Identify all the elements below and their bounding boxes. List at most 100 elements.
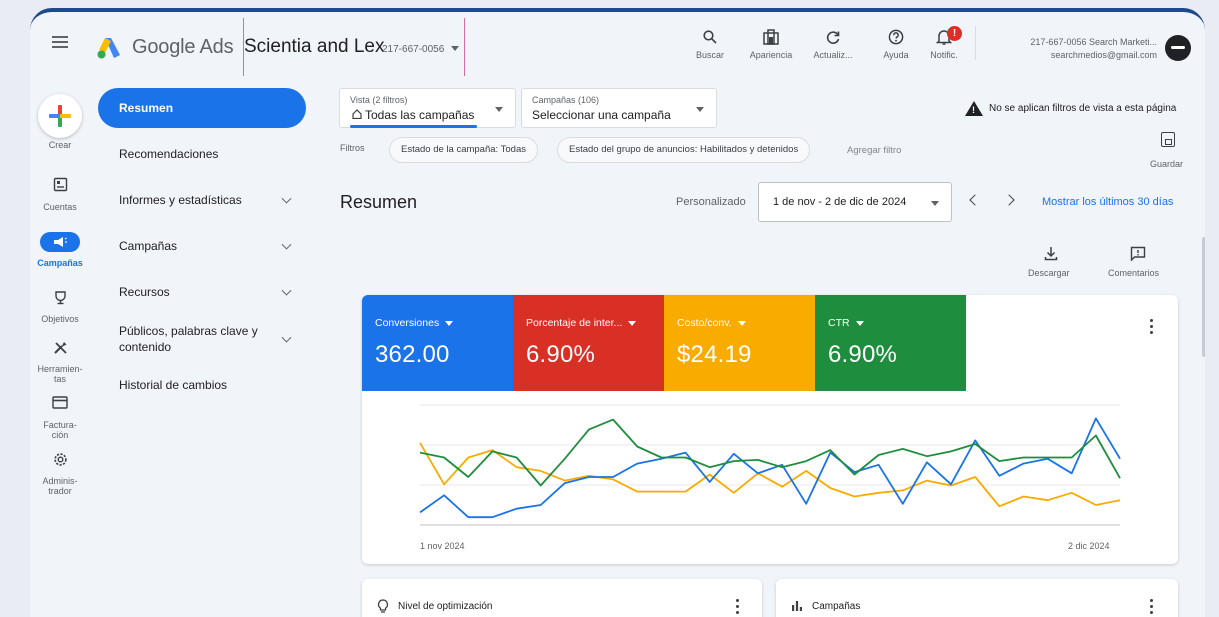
metric-label-text: Conversiones (375, 317, 440, 329)
card-title: Campañas (812, 601, 861, 612)
metric-label: CTR (828, 317, 966, 329)
next-period-icon[interactable] (1003, 194, 1015, 206)
metric-ctr[interactable]: CTR 6.90% (815, 295, 966, 391)
metric-label: Porcentaje de inter... (526, 317, 664, 329)
metric-cost-per-conversion[interactable]: Costo/conv. $24.19 (664, 295, 815, 391)
filter-chip-campaign-status[interactable]: Estado de la campaña: Todas (389, 137, 538, 163)
warning-icon: ! (965, 101, 983, 116)
add-filter-button[interactable]: Agregar filtro (847, 145, 901, 156)
metric-label-text: Costo/conv. (677, 317, 732, 329)
notification-badge: ! (947, 26, 962, 41)
metric-value: 6.90% (828, 341, 898, 368)
x-axis-start-label: 1 nov 2024 (420, 541, 465, 551)
tools-icon[interactable] (30, 340, 90, 359)
lightbulb-icon (377, 599, 389, 613)
chevron-down-icon (281, 332, 292, 343)
tool-label: Buscar (695, 50, 724, 60)
nav-item-recommendations[interactable]: Recomendaciones (98, 134, 306, 174)
billing-icon[interactable] (30, 396, 90, 413)
goals-icon[interactable] (30, 290, 90, 309)
account-caret-icon[interactable] (451, 46, 459, 51)
page-title: Resumen (340, 192, 418, 212)
account-name[interactable]: Scientia and Lex (244, 36, 385, 58)
more-options-icon[interactable] (736, 599, 740, 617)
view-dropdown[interactable]: Vista (2 filtros) Todas las campañas (339, 88, 516, 128)
appearance-button[interactable]: Apariencia (741, 26, 801, 60)
previous-period-icon[interactable] (969, 194, 981, 206)
optimization-score-card[interactable]: Nivel de optimización (362, 579, 762, 617)
campaigns-card[interactable]: Campañas (776, 579, 1178, 617)
filter-warning: ! No se aplican filtros de vista a esta … (965, 101, 1176, 116)
metric-conversions[interactable]: Conversiones 362.00 (362, 295, 513, 391)
date-range-value: 1 de nov - 2 de dic de 2024 (773, 196, 907, 208)
bar-chart-icon (792, 601, 802, 611)
save-icon[interactable] (1161, 132, 1175, 147)
comments-button[interactable]: Comentarios (1108, 268, 1159, 278)
performance-line-chart (419, 404, 1121, 526)
campaigns-icon[interactable] (40, 232, 80, 252)
notifications-button[interactable]: ! Notific. (914, 26, 974, 60)
download-button[interactable]: Descargar (1028, 268, 1070, 278)
nav-item-audiences[interactable]: Públicos, palabras clave y contenido (98, 319, 306, 359)
caret-down-icon (495, 107, 503, 112)
date-range-dropdown[interactable]: 1 de nov - 2 de dic de 2024 (758, 182, 952, 222)
nav-item-assets[interactable]: Recursos (98, 272, 306, 312)
rail-item-campaigns[interactable]: Campañas (30, 258, 90, 268)
admin-icon[interactable] (30, 452, 90, 471)
divider (975, 26, 976, 60)
google-ads-logo-icon (97, 38, 120, 59)
appearance-icon (741, 26, 801, 48)
refresh-button[interactable]: Actualiz... (803, 26, 863, 60)
download-icon[interactable] (1036, 246, 1066, 265)
search-icon (680, 26, 740, 48)
filters-label: Filtros (340, 143, 365, 153)
series-line (419, 418, 1121, 487)
rail-item-billing[interactable]: Factura-ción (30, 420, 90, 440)
tool-label: Notific. (930, 50, 958, 60)
nav-label: Públicos, palabras clave y contenido (119, 324, 258, 354)
nav-label: Recomendaciones (119, 147, 219, 161)
caret-down-icon (737, 320, 746, 326)
top-header: Google Ads Scientia and Lex 217-667-0056… (30, 12, 1205, 80)
nav-item-reports[interactable]: Informes y estadísticas (98, 180, 306, 220)
x-axis-end-label: 2 dic 2024 (1068, 541, 1110, 551)
save-button[interactable]: Guardar (1150, 159, 1183, 169)
nav-item-change-history[interactable]: Historial de cambios (98, 365, 306, 405)
avatar[interactable] (1165, 35, 1191, 61)
create-button[interactable] (38, 94, 82, 138)
tool-label: Actualiz... (813, 50, 853, 60)
more-options-icon[interactable] (1150, 599, 1154, 617)
rail-item-admin[interactable]: Adminis-trador (30, 476, 90, 496)
metric-value: 362.00 (375, 341, 450, 368)
scrollbar-thumb[interactable] (1202, 237, 1205, 357)
menu-icon[interactable] (52, 36, 68, 48)
selected-indicator (350, 125, 477, 128)
metric-interaction-rate[interactable]: Porcentaje de inter... 6.90% (513, 295, 664, 391)
refresh-icon (803, 26, 863, 48)
user-email[interactable]: searchmedios@gmail.com (1051, 50, 1157, 60)
account-id[interactable]: 217-667-0056 (382, 44, 444, 55)
rail-item-accounts[interactable]: Cuentas (30, 202, 90, 212)
performance-card: Conversiones 362.00 Porcentaje de inter.… (362, 295, 1178, 564)
nav-label: Informes y estadísticas (119, 193, 242, 207)
nav-item-summary[interactable]: Resumen (98, 88, 306, 128)
accounts-icon[interactable] (30, 177, 90, 196)
campaign-dropdown-label: Campañas (106) (532, 95, 600, 105)
bell-icon (914, 26, 974, 48)
metric-label-text: CTR (828, 317, 850, 329)
caret-down-icon (445, 320, 454, 326)
comment-icon[interactable] (1123, 246, 1153, 265)
filter-chip-adgroup-status[interactable]: Estado del grupo de anuncios: Habilitado… (557, 137, 811, 163)
view-dropdown-label: Vista (2 filtros) (350, 95, 408, 105)
nav-item-campaigns[interactable]: Campañas (98, 226, 306, 266)
series-line (419, 442, 1121, 508)
rail-item-tools[interactable]: Herramien-tas (30, 364, 90, 384)
more-options-icon[interactable] (1150, 319, 1154, 337)
user-account-label[interactable]: 217-667-0056 Search Marketi... (1030, 37, 1157, 47)
show-last-30-days-link[interactable]: Mostrar los últimos 30 días (1042, 196, 1173, 208)
rail-item-goals[interactable]: Objetivos (30, 314, 90, 324)
campaign-dropdown[interactable]: Campañas (106) Seleccionar una campaña (521, 88, 717, 128)
search-button[interactable]: Buscar (680, 26, 740, 60)
chevron-down-icon (281, 285, 292, 296)
metric-label-text: Porcentaje de inter... (526, 317, 623, 329)
